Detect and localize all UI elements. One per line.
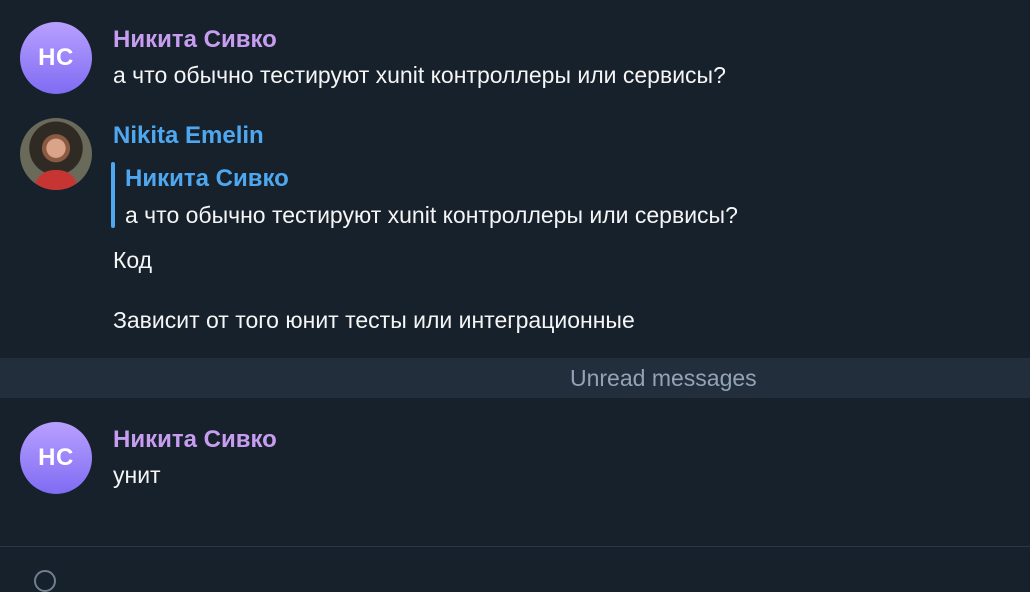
unread-messages-divider: Unread messages — [0, 358, 1030, 398]
unread-messages-label: Unread messages — [570, 365, 757, 391]
bottom-divider — [0, 546, 1030, 547]
reply-sender-name: Никита Сивко — [125, 165, 289, 192]
avatar[interactable]: НС — [20, 422, 92, 494]
reply-quote[interactable]: Никита Сивко а что обычно тестируют xuni… — [111, 160, 871, 230]
profile-photo-icon[interactable] — [20, 118, 92, 190]
message-text: Зависит от того юнит тесты или интеграци… — [113, 307, 635, 333]
attach-icon[interactable] — [34, 570, 56, 592]
sender-name[interactable]: Никита Сивко — [113, 25, 277, 55]
reply-bar — [111, 162, 115, 228]
sender-name[interactable]: Nikita Emelin — [113, 121, 264, 151]
message-text: а что обычно тестируют xunit контроллеры… — [113, 62, 726, 88]
reply-text: а что обычно тестируют xunit контроллеры… — [125, 202, 738, 228]
avatar-initials: НС — [38, 444, 74, 471]
avatar[interactable]: НС — [20, 22, 92, 94]
message-text: Код — [113, 247, 153, 273]
sender-name[interactable]: Никита Сивко — [113, 425, 277, 455]
chat-history: НС Никита Сивко а что обычно тестируют x… — [0, 0, 1030, 592]
profile-photo-shirt — [34, 170, 78, 190]
avatar-initials: НС — [38, 44, 74, 71]
message-text: унит — [113, 462, 161, 488]
